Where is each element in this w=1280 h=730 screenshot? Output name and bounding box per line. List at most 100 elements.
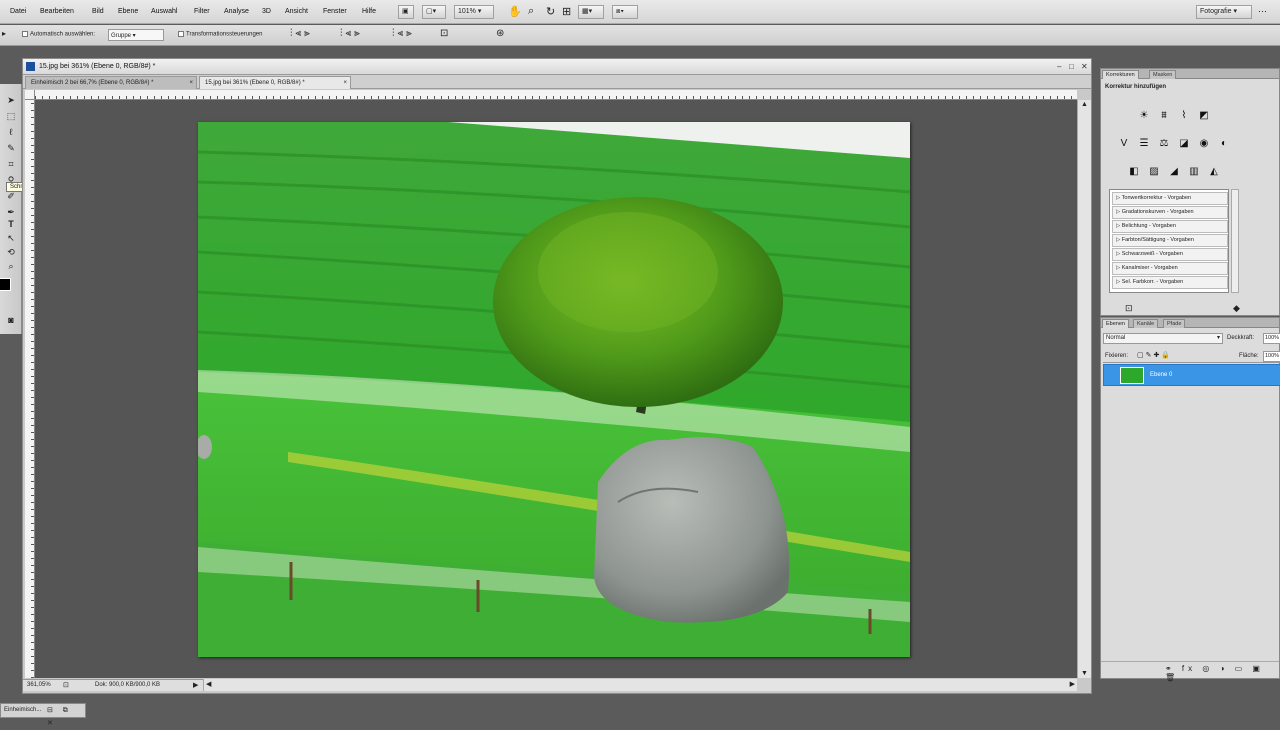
- preset-item[interactable]: ▷ Gradationskurven - Vorgaben: [1112, 206, 1228, 219]
- path-selection-tool-icon[interactable]: ↖: [4, 232, 18, 244]
- auto-align-icon[interactable]: ⊡: [440, 28, 448, 39]
- workspace-switcher[interactable]: Fotografie ▾: [1196, 5, 1252, 19]
- document-titlebar[interactable]: 15.jpg bei 361% (Ebene 0, RGB/8#) * – □ …: [23, 59, 1091, 75]
- menu-analyse[interactable]: Analyse: [224, 8, 249, 15]
- rotate-view-icon[interactable]: ↻: [546, 5, 555, 18]
- clip-to-layer-icon[interactable]: ⊡: [1125, 303, 1133, 314]
- curves-icon[interactable]: ⌇: [1177, 109, 1191, 122]
- horizontal-ruler[interactable]: [35, 90, 1077, 100]
- vertical-scrollbar[interactable]: ▲ ▼: [1077, 100, 1091, 678]
- align-icons[interactable]: ⫶⫷⫸: [290, 28, 313, 39]
- zoom-level-select[interactable]: 101% ▾: [454, 5, 494, 19]
- tab-kanaele[interactable]: Kanäle: [1133, 319, 1159, 328]
- marquee-tool-icon[interactable]: ⬚: [4, 110, 18, 122]
- horizontal-scrollbar[interactable]: ◀ ▶: [203, 679, 1077, 691]
- pen-tool-icon[interactable]: ✒: [4, 206, 18, 218]
- preset-item[interactable]: ▷ Farbton/Sättigung - Vorgaben: [1112, 234, 1228, 247]
- tab-korrekturen[interactable]: Korrekturen: [1102, 70, 1139, 79]
- view-extras-icon[interactable]: ▢▾: [422, 5, 446, 19]
- tab-pfade[interactable]: Pfade: [1163, 319, 1186, 328]
- levels-icon[interactable]: ⩩: [1157, 109, 1171, 122]
- bridge-icon[interactable]: ▣: [398, 5, 414, 19]
- distribute-icons[interactable]: ⫶⫷⫸: [340, 28, 363, 39]
- tab-document-2[interactable]: 15.jpg bei 361% (Ebene 0, RGB/8#) * ×: [199, 76, 351, 89]
- foreground-color-swatch[interactable]: [0, 278, 11, 291]
- transform-controls-checkbox[interactable]: Transformationssteuerungen: [178, 31, 263, 38]
- 3d-mode-icons[interactable]: ⊛: [496, 28, 504, 39]
- brightness-contrast-icon[interactable]: ☀: [1137, 109, 1151, 122]
- tab-document-1[interactable]: Einheimisch 2 bei 66,7% (Ebene 0, RGB/8#…: [25, 76, 197, 89]
- black-white-icon[interactable]: ◪: [1177, 137, 1191, 150]
- scroll-left-icon[interactable]: ◀: [206, 680, 211, 688]
- zoom-icon[interactable]: ⌕: [528, 5, 534, 18]
- color-balance-icon[interactable]: ⚖: [1157, 137, 1171, 150]
- tab-ebenen[interactable]: Ebenen: [1102, 319, 1129, 328]
- menu-bearbeiten[interactable]: Bearbeiten: [40, 8, 74, 15]
- arrange-documents-icon[interactable]: ▦▾: [578, 5, 604, 19]
- maximize-icon[interactable]: □: [1069, 62, 1074, 71]
- vertical-ruler[interactable]: [25, 100, 35, 678]
- hand-icon[interactable]: ✋: [508, 5, 522, 18]
- menu-bild[interactable]: Bild: [92, 8, 104, 15]
- posterize-icon[interactable]: ▨: [1147, 165, 1161, 178]
- auto-select-checkbox[interactable]: Automatisch auswählen:: [22, 31, 95, 38]
- gradient-map-icon[interactable]: ▥: [1187, 165, 1201, 178]
- lock-icons[interactable]: ▢✎✚🔒: [1137, 351, 1172, 359]
- status-menu-icon[interactable]: ▶: [193, 681, 198, 689]
- lasso-tool-icon[interactable]: ℓ: [4, 126, 18, 138]
- layer-row-ebene-0[interactable]: Ebene 0: [1103, 364, 1280, 386]
- move-tool-icon[interactable]: ➤: [4, 94, 18, 106]
- zoom-tool-icon[interactable]: ⌕: [4, 260, 18, 272]
- photo-filter-icon[interactable]: ◉: [1197, 137, 1211, 150]
- screen-mode-icon[interactable]: ⧈▾: [612, 5, 638, 19]
- menu-ebene[interactable]: Ebene: [118, 8, 138, 15]
- auto-select-dropdown[interactable]: Gruppe ▾: [108, 29, 164, 41]
- workspace-menu-icon[interactable]: ⋯: [1258, 6, 1267, 17]
- minimize-icon[interactable]: –: [1057, 62, 1061, 71]
- fill-input[interactable]: 100%: [1263, 351, 1280, 362]
- menu-filter[interactable]: Filter: [194, 8, 210, 15]
- preset-item[interactable]: ▷ Belichtung - Vorgaben: [1112, 220, 1228, 233]
- exposure-icon[interactable]: ◩: [1197, 109, 1211, 122]
- tab-close-icon[interactable]: ×: [343, 77, 347, 89]
- hue-saturation-icon[interactable]: ☰: [1137, 137, 1151, 150]
- type-tool-icon[interactable]: T: [4, 218, 18, 230]
- preset-item[interactable]: ▷ Schwarzweiß - Vorgaben: [1112, 248, 1228, 261]
- tab-close-icon[interactable]: ×: [189, 77, 193, 89]
- channel-mixer-icon[interactable]: ◐: [1217, 137, 1231, 150]
- menu-fenster[interactable]: Fenster: [323, 8, 347, 15]
- quick-selection-tool-icon[interactable]: ✎: [4, 142, 18, 154]
- opacity-input[interactable]: 100%: [1263, 333, 1280, 344]
- invert-icon[interactable]: ◧: [1127, 165, 1141, 178]
- close-icon[interactable]: ✕: [1081, 62, 1088, 71]
- status-info-icon[interactable]: ⊡: [63, 681, 69, 689]
- 3d-tool-icon[interactable]: ⟲: [4, 246, 18, 258]
- menu-auswahl[interactable]: Auswahl: [151, 8, 177, 15]
- crop-tool-icon[interactable]: ⌗: [4, 158, 18, 170]
- minimized-window[interactable]: Einheimisch... ⊟ ⧉ ✕: [0, 703, 86, 727]
- menu-datei[interactable]: Datei: [10, 8, 26, 15]
- preset-item[interactable]: ▷ Kanalmixer - Vorgaben: [1112, 262, 1228, 275]
- selective-color-icon[interactable]: ◭: [1207, 165, 1221, 178]
- layer-footer-icons[interactable]: ⚭ fx ◎ ◑ ▭ ▣ 🗑: [1165, 664, 1279, 682]
- scroll-right-icon[interactable]: ▶: [1070, 680, 1075, 688]
- preset-item[interactable]: ▷ Sel. Farbkorr. - Vorgaben: [1112, 276, 1228, 289]
- blend-mode-dropdown[interactable]: Normal ▾: [1103, 333, 1223, 344]
- scroll-up-icon[interactable]: ▲: [1081, 101, 1088, 108]
- tab-masken[interactable]: Masken: [1149, 70, 1177, 79]
- presets-scrollbar[interactable]: [1231, 189, 1239, 293]
- vibrance-icon[interactable]: V: [1117, 137, 1131, 150]
- scroll-down-icon[interactable]: ▼: [1081, 670, 1088, 677]
- preset-item[interactable]: ▷ Tonwertkorrektur - Vorgaben: [1112, 192, 1228, 205]
- window-controls-icons[interactable]: ⊟ ⧉ ✕: [47, 704, 85, 730]
- tool-preset-icon[interactable]: ▸: [2, 29, 6, 38]
- distribute-horizontal-icons[interactable]: ⫶⫷⫸: [392, 28, 415, 39]
- status-zoom[interactable]: 361,05%: [27, 682, 51, 688]
- ruler-icon[interactable]: ⊞: [562, 5, 571, 18]
- threshold-icon[interactable]: ◢: [1167, 165, 1181, 178]
- menu-ansicht[interactable]: Ansicht: [285, 8, 308, 15]
- menu-3d[interactable]: 3D: [262, 8, 271, 15]
- panel-options-icon[interactable]: ◆: [1233, 303, 1240, 314]
- menu-hilfe[interactable]: Hilfe: [362, 8, 376, 15]
- quick-mask-icon[interactable]: ◙: [4, 314, 18, 326]
